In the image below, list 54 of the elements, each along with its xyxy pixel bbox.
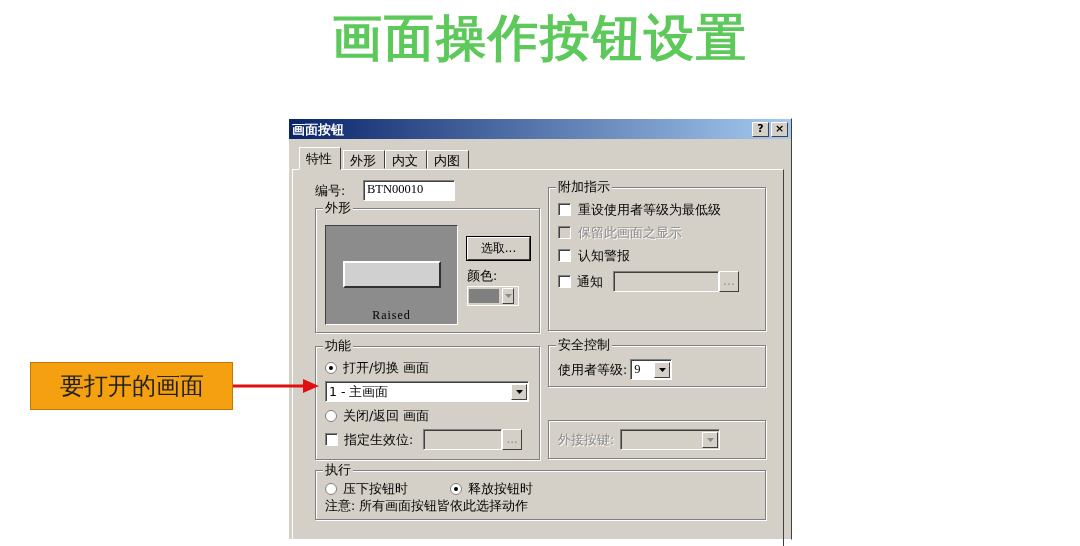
checkbox[interactable] bbox=[558, 203, 571, 216]
select-button[interactable]: 选取... bbox=[467, 237, 530, 260]
id-field[interactable]: BTN00010 bbox=[363, 180, 455, 201]
checkbox[interactable] bbox=[558, 249, 571, 262]
caret-icon bbox=[706, 437, 714, 442]
group-label: 功能 bbox=[323, 338, 353, 353]
field-label: 编号: bbox=[315, 183, 347, 198]
checkbox-label: 认知警报 bbox=[578, 248, 630, 263]
group-label: 附加指示 bbox=[556, 179, 612, 194]
help-button[interactable]: ? bbox=[752, 121, 769, 137]
radio-button[interactable] bbox=[450, 482, 462, 495]
level-dropdown[interactable]: 9 bbox=[630, 359, 673, 380]
checkbox-label: 指定生效位: bbox=[344, 432, 414, 447]
text-field[interactable] bbox=[613, 271, 719, 292]
radio-label: 打开/切换 画面 bbox=[343, 360, 430, 375]
slide-title: 画面操作按钮设置 bbox=[332, 7, 748, 69]
caret-icon bbox=[504, 294, 512, 298]
checkbox-label: 保留此画面之显示 bbox=[578, 225, 682, 240]
callout-label: 要打开的画面 bbox=[30, 362, 233, 410]
field-label: 外接按键: bbox=[558, 432, 615, 447]
radio-button[interactable] bbox=[325, 409, 337, 422]
radio-label: 压下按钮时 bbox=[343, 481, 408, 496]
group-label: 外形 bbox=[323, 200, 353, 215]
checkbox[interactable] bbox=[325, 433, 338, 446]
caret-icon bbox=[515, 389, 523, 394]
tab[interactable]: 内文 bbox=[385, 150, 427, 169]
screen-dropdown[interactable]: 1 - 主画面 bbox=[325, 381, 529, 402]
color-picker[interactable] bbox=[467, 286, 519, 306]
caret-icon bbox=[658, 367, 666, 372]
tab[interactable]: 外形 bbox=[343, 150, 385, 169]
window-title: 画面按钮 bbox=[292, 121, 345, 137]
checkbox[interactable] bbox=[558, 275, 571, 288]
arrow-icon bbox=[233, 379, 319, 393]
checkbox-label: 通知 bbox=[577, 274, 603, 289]
radio-button[interactable] bbox=[325, 482, 337, 495]
radio-label: 关闭/返回 画面 bbox=[343, 408, 430, 423]
color-swatch bbox=[469, 289, 499, 303]
dropdown-button[interactable] bbox=[702, 431, 719, 448]
note-text: 注意: 所有画面按钮皆依此选择动作 bbox=[324, 497, 530, 513]
group-label: 安全控制 bbox=[556, 337, 612, 352]
text-field[interactable] bbox=[423, 429, 503, 450]
radio-button[interactable] bbox=[325, 361, 337, 374]
preview-label: Raised bbox=[372, 308, 411, 323]
group-label: 执行 bbox=[323, 462, 353, 477]
dropdown-button[interactable] bbox=[654, 361, 671, 378]
dropdown-button[interactable] bbox=[511, 383, 527, 400]
checkbox-label: 重设使用者等级为最低级 bbox=[578, 202, 721, 217]
field-label: 颜色: bbox=[467, 268, 499, 283]
close-button[interactable]: × bbox=[771, 121, 788, 137]
tab[interactable]: 内图 bbox=[427, 150, 469, 169]
field-label: 使用者等级: bbox=[558, 362, 628, 377]
tab[interactable]: 特性 bbox=[299, 147, 341, 170]
key-dropdown[interactable] bbox=[620, 429, 721, 450]
radio-label: 释放按钮时 bbox=[468, 481, 533, 496]
